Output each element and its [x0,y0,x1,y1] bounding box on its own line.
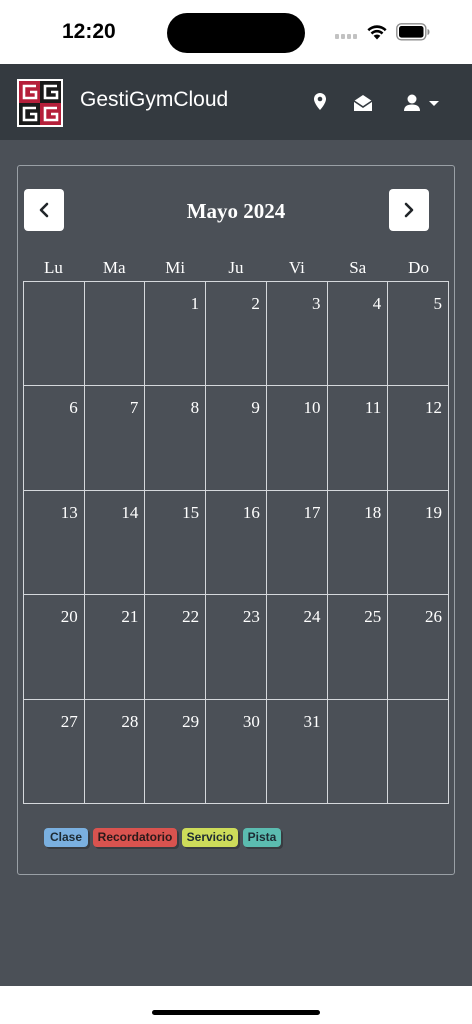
day-number: 1 [190,294,200,313]
day-cell[interactable]: 2 [206,282,267,387]
day-cell[interactable]: 5 [388,282,449,387]
wifi-icon [367,25,387,40]
app-title: GestiGymCloud [80,88,229,111]
day-number: 8 [190,398,200,418]
status-bar: 12:20 [0,0,472,64]
day-number: 20 [60,607,78,627]
day-number: 21 [121,607,139,627]
day-cell[interactable]: 26 [388,595,449,700]
day-number: 14 [121,502,139,522]
next-month-button[interactable] [389,189,429,231]
legend-badge-servicio: Servicio [182,828,238,847]
day-cell[interactable]: 25 [327,595,389,700]
day-cell[interactable]: 24 [266,595,328,700]
day-number: 24 [303,607,321,627]
day-number: 30 [242,711,260,731]
day-number: 25 [364,607,382,627]
day-cell[interactable]: 8 [145,386,207,491]
day-cell[interactable]: 10 [266,386,328,491]
day-cell[interactable]: 3 [266,282,328,387]
day-cell[interactable]: 31 [266,699,328,804]
weekday-label: Lu [43,258,63,277]
bottom-bar [0,986,472,1024]
day-number: 12 [424,398,442,418]
day-cell[interactable]: 6 [24,386,85,491]
day-cell[interactable]: 23 [206,595,267,700]
day-cell[interactable]: 4 [327,282,389,387]
weekday-label: Ma [102,258,126,277]
day-number: 27 [60,711,78,731]
weekday-label: Vi [288,258,305,277]
day-cell[interactable]: 28 [84,699,146,804]
calendar-grid: 1 2 3 4 5 6 7 8 9 10 11 12 13 14 15 16 17 18 19 20 21 22 23 24 2… [23,281,449,804]
legend-badge-clase: Clase [44,828,88,847]
day-number: 26 [424,607,442,627]
app-header: GestiGymCloud [0,64,472,140]
day-number: 28 [121,711,139,731]
empty-day-cell [388,699,449,804]
day-cell[interactable]: 14 [84,490,146,596]
day-number: 13 [60,502,78,522]
day-cell[interactable]: 29 [145,699,207,804]
dynamic-island [167,13,305,53]
day-number: 23 [242,607,260,627]
weekday-header-row: Lu Ma Mi Ju Vi Sa Do [23,258,449,278]
legend-badge-pista: Pista [243,828,281,847]
weekday-label: Do [408,258,429,277]
day-number: 10 [303,398,321,418]
day-cell[interactable]: 11 [327,386,389,491]
user-icon [404,94,420,111]
empty-day-cell [24,282,85,387]
weekday-label: Sa [349,258,367,277]
day-number: 5 [433,294,442,313]
home-indicator[interactable] [152,1010,320,1015]
cellular-signal-icon [335,34,359,40]
day-cell[interactable]: 9 [206,386,267,491]
day-cell[interactable]: 21 [84,595,146,700]
day-number: 29 [182,711,200,731]
empty-day-cell [84,282,146,387]
day-cell[interactable]: 20 [24,595,85,700]
day-cell[interactable]: 27 [24,699,85,804]
weekday-label: Ju [228,258,244,277]
day-number: 9 [251,398,260,418]
day-number: 4 [372,294,382,313]
gestigym-logo[interactable] [17,79,63,127]
day-number: 15 [182,502,200,522]
day-cell[interactable]: 15 [145,490,207,596]
chevron-right-icon [404,202,414,218]
day-number: 19 [424,502,442,522]
weekday-label: Mi [165,258,186,277]
day-cell[interactable]: 7 [84,386,146,491]
envelope-open-icon[interactable] [353,91,373,115]
empty-day-cell [327,699,389,804]
day-cell[interactable]: 13 [24,490,85,596]
day-number: 16 [242,502,260,522]
day-cell[interactable]: 22 [145,595,207,700]
user-menu-button[interactable] [403,91,441,115]
day-number: 17 [303,502,321,522]
status-time: 12:20 [62,20,116,43]
day-number: 2 [251,294,260,313]
day-number: 22 [182,607,200,627]
day-cell[interactable]: 17 [266,490,328,596]
day-cell[interactable]: 18 [327,490,389,596]
day-number: 31 [303,711,321,731]
day-cell[interactable]: 1 [145,282,207,387]
day-cell[interactable]: 12 [388,386,449,491]
legend-badge-recordatorio: Recordatorio [93,828,177,847]
location-pin-icon[interactable] [312,91,328,115]
day-cell[interactable]: 16 [206,490,267,596]
caret-down-icon [429,101,439,106]
day-number: 11 [364,398,382,418]
day-number: 3 [312,294,321,313]
day-number: 18 [364,502,382,522]
day-cell[interactable]: 30 [206,699,267,804]
day-number: 6 [69,398,78,418]
battery-icon [396,23,430,41]
day-cell[interactable]: 19 [388,490,449,596]
day-number: 7 [129,398,139,418]
